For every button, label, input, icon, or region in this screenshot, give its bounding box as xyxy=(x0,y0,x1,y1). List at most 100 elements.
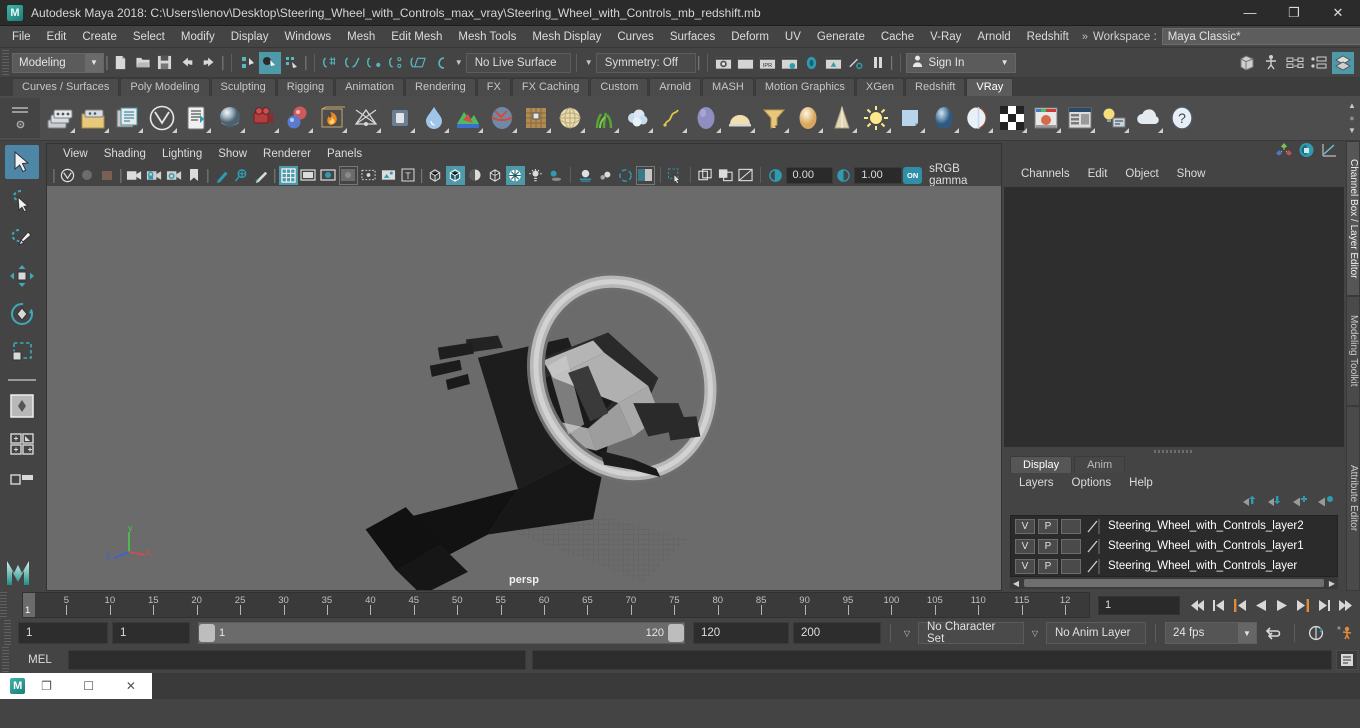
vray-sun-icon[interactable] xyxy=(860,102,892,134)
vray-load-render-elements-icon[interactable] xyxy=(78,102,110,134)
redo-icon[interactable] xyxy=(198,52,220,74)
vray-help-icon[interactable]: ? xyxy=(1166,102,1198,134)
pause-render-icon[interactable] xyxy=(867,52,889,74)
vray-logo-icon[interactable] xyxy=(146,102,178,134)
layer-menu-options[interactable]: Options xyxy=(1063,475,1121,491)
layer-menu-help[interactable]: Help xyxy=(1120,475,1162,491)
single-pane-icon[interactable] xyxy=(696,166,715,185)
taskbar-maximize-button[interactable]: ☐ xyxy=(68,679,110,693)
vray-fire-volume-icon[interactable] xyxy=(316,102,348,134)
menu-file[interactable]: File xyxy=(4,28,39,46)
wireframe-icon[interactable] xyxy=(426,166,445,185)
shelf-scroll-down-icon[interactable]: ▼ xyxy=(1348,126,1356,135)
step-back-keyframe-icon[interactable] xyxy=(1209,596,1228,615)
layer-name[interactable]: Steering_Wheel_with_Controls_layer1 xyxy=(1102,540,1304,552)
single-perspective-view-layout[interactable] xyxy=(5,389,39,423)
image-plane-icon[interactable] xyxy=(125,166,144,185)
lasso-select-tool[interactable] xyxy=(5,183,39,217)
image-based-lighting-icon[interactable] xyxy=(379,166,398,185)
sign-in-button[interactable]: Sign In ▼ xyxy=(905,52,1016,73)
shade-x-ray-icon[interactable] xyxy=(466,166,485,185)
film-gate-icon[interactable] xyxy=(299,166,318,185)
table-row[interactable]: V P Steering_Wheel_with_Controls_layer2 xyxy=(1011,516,1337,536)
menu-arnold[interactable]: Arnold xyxy=(969,28,1018,46)
screen-space-ao-icon[interactable] xyxy=(576,166,595,185)
layer-playback-toggle[interactable]: P xyxy=(1038,558,1058,574)
vray-frame-buffer-icon[interactable] xyxy=(1030,102,1062,134)
new-layer-icon[interactable] xyxy=(1292,495,1309,513)
menu-redshift[interactable]: Redshift xyxy=(1019,28,1077,46)
layer-color-swatch[interactable] xyxy=(1084,538,1102,554)
show-graph-editor-icon[interactable] xyxy=(1321,142,1338,163)
vray-light-dome-icon[interactable] xyxy=(350,102,382,134)
command-input[interactable] xyxy=(68,650,526,670)
render-settings-icon[interactable] xyxy=(779,52,801,74)
exposure-value[interactable]: 0.00 xyxy=(785,166,834,184)
character-set-field[interactable]: No Character Set xyxy=(918,621,1024,645)
menu-uv[interactable]: UV xyxy=(777,28,809,46)
vray-hair-icon[interactable] xyxy=(656,102,688,134)
show-hide-hud-icon[interactable] xyxy=(1260,52,1282,74)
vray-blend-material-icon[interactable] xyxy=(282,102,314,134)
camera-settings-icon[interactable] xyxy=(165,166,184,185)
flat-shade-icon[interactable] xyxy=(486,166,505,185)
vray-render-elements-list-icon[interactable] xyxy=(112,102,144,134)
step-forward-keyframe-icon[interactable] xyxy=(1314,596,1333,615)
menu-mesh[interactable]: Mesh xyxy=(339,28,383,46)
vray-cloud-icon[interactable] xyxy=(1132,102,1164,134)
vray-light-lister-icon[interactable] xyxy=(1098,102,1130,134)
two-d-pan-zoom-icon[interactable] xyxy=(232,166,251,185)
layer-playback-toggle[interactable]: P xyxy=(1038,538,1058,554)
range-slider[interactable]: 1 120 xyxy=(198,622,685,644)
shelf-tab-fx-caching[interactable]: FX Caching xyxy=(511,78,590,96)
menu-modify[interactable]: Modify xyxy=(173,28,223,46)
isolate-select-icon[interactable] xyxy=(666,166,685,185)
vray-mesh-light-icon[interactable] xyxy=(758,102,790,134)
wireframe-on-shaded-icon[interactable] xyxy=(505,165,525,185)
playback-loop-icon[interactable] xyxy=(1261,624,1285,643)
symmetry-field[interactable]: Symmetry: Off xyxy=(595,52,696,73)
menu-create[interactable]: Create xyxy=(74,28,125,46)
channel-box-menu-show[interactable]: Show xyxy=(1168,166,1215,182)
render-current-frame-icon[interactable] xyxy=(713,52,735,74)
table-row[interactable]: V P Steering_Wheel_with_Controls_layer1 xyxy=(1011,536,1337,556)
vray-fur-icon[interactable] xyxy=(486,102,518,134)
go-to-start-icon[interactable] xyxy=(1188,596,1207,615)
layer-color-swatch[interactable] xyxy=(1084,518,1102,534)
snap-to-grid-icon[interactable] xyxy=(320,52,342,74)
gamma-icon[interactable] xyxy=(834,166,853,185)
grease-pencil-icon[interactable] xyxy=(212,166,231,185)
table-row[interactable]: V P Steering_Wheel_with_Controls_layer xyxy=(1011,556,1337,576)
viewport-menu-panels[interactable]: Panels xyxy=(319,146,370,162)
chevron-down-icon[interactable]: ▼ xyxy=(452,58,466,67)
shelf-tab-xgen[interactable]: XGen xyxy=(855,78,905,96)
shelf-tab-sculpting[interactable]: Sculpting xyxy=(210,78,276,96)
vray-render-settings-icon[interactable] xyxy=(1064,102,1096,134)
select-camera-icon[interactable] xyxy=(58,166,77,185)
cmdline-grip[interactable] xyxy=(2,647,9,673)
layer-color-swatch[interactable] xyxy=(1084,558,1102,574)
menu-edit[interactable]: Edit xyxy=(39,28,75,46)
channel-box-menu-object[interactable]: Object xyxy=(1116,166,1167,182)
shelf-scroll-thumb[interactable]: ● xyxy=(1349,113,1354,123)
shelf-tab-custom[interactable]: Custom xyxy=(590,78,649,96)
scale-tool[interactable] xyxy=(5,335,39,369)
current-frame-field[interactable]: 1 xyxy=(1098,595,1180,615)
side-tab-attribute-editor[interactable]: Attribute Editor xyxy=(1346,406,1360,591)
show-channel-box-icon[interactable] xyxy=(1276,142,1292,162)
channel-box-menu-channels[interactable]: Channels xyxy=(1012,166,1079,182)
shelf-tab-mash[interactable]: MASH xyxy=(702,78,754,96)
vray-checker-icon[interactable] xyxy=(996,102,1028,134)
move-tool[interactable] xyxy=(5,259,39,293)
color-management-toggle[interactable]: ON xyxy=(903,166,923,184)
current-time-indicator[interactable]: 1 xyxy=(23,593,35,617)
menu-windows[interactable]: Windows xyxy=(276,28,339,46)
new-scene-icon[interactable] xyxy=(110,52,132,74)
shelf-tab-vray[interactable]: VRay xyxy=(966,78,1014,96)
motion-blur-icon[interactable] xyxy=(596,166,615,185)
vray-cone-light-icon[interactable] xyxy=(826,102,858,134)
render-view-icon[interactable] xyxy=(823,52,845,74)
animation-start-time-field[interactable]: 1 xyxy=(18,622,108,644)
shelf-menu-icon[interactable] xyxy=(12,100,28,118)
bookmark-icon[interactable] xyxy=(185,166,204,185)
